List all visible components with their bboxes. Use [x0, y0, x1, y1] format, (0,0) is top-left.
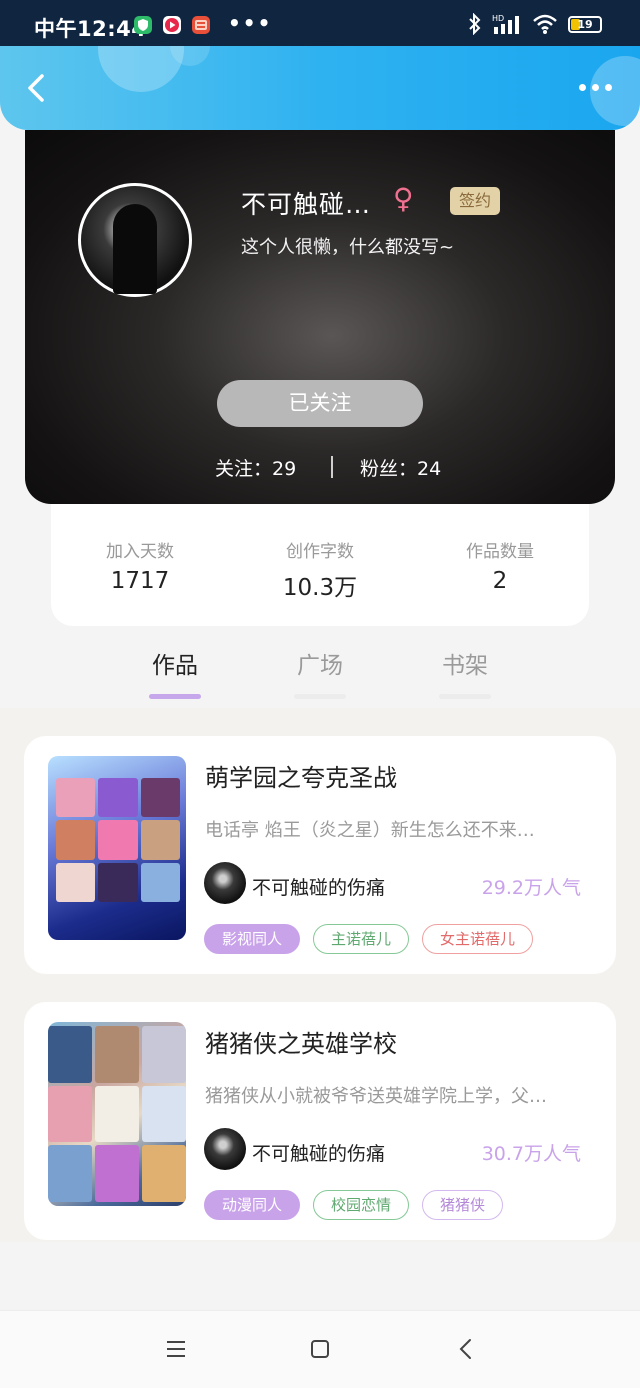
profile-name: 不可触碰…: [241, 190, 372, 219]
author-avatar: [204, 1128, 246, 1170]
stat-works-count: 作品数量 2: [440, 537, 560, 594]
more-button[interactable]: [579, 84, 612, 91]
shield-app-icon: [134, 16, 152, 34]
back-button[interactable]: [20, 68, 54, 108]
work-author: 不可触碰的伤痛: [252, 877, 386, 899]
signed-badge: 签约: [450, 187, 501, 215]
bluetooth-icon: [469, 13, 481, 35]
avatar[interactable]: [78, 183, 192, 297]
stat-join-days: 加入天数 1717: [80, 537, 200, 594]
tag[interactable]: 动漫同人: [204, 1190, 301, 1220]
tab-bar: 作品 广场 书架: [0, 630, 640, 708]
tag[interactable]: 主诺蓓儿: [313, 924, 410, 954]
follow-counts: 关注：29 粉丝：24: [25, 454, 615, 480]
follow-button[interactable]: 已关注: [217, 380, 423, 427]
female-icon: ♀: [393, 182, 414, 215]
hd-signal-icon: HD: [492, 14, 519, 34]
work-description: 猪猪侠从小就被爷爷送英雄学院上学，父…: [205, 1086, 547, 1107]
stat-value: 10.3万: [282, 575, 358, 601]
tab-works[interactable]: 作品: [135, 646, 215, 699]
stat-label: 创作字数: [286, 542, 354, 562]
tab-label: 作品: [152, 653, 198, 679]
work-tags: 影视同人 主诺蓓儿 女主诺蓓儿: [204, 924, 534, 954]
tab-label: 广场: [297, 653, 343, 679]
work-description: 电话亭 焰王（炎之星）新生怎么还不来…: [205, 820, 535, 841]
chevron-left-icon: [28, 74, 44, 102]
system-nav-bar: [0, 1310, 640, 1388]
tag[interactable]: 女主诺蓓儿: [422, 924, 534, 954]
work-card[interactable]: 猪猪侠之英雄学校 猪猪侠从小就被爷爷送英雄学院上学，父… 不可触碰的伤痛 30.…: [24, 1002, 616, 1240]
stat-value: 1717: [110, 568, 170, 594]
work-popularity: 29.2万人气: [481, 877, 581, 899]
work-card[interactable]: 萌学园之夸克圣战 电话亭 焰王（炎之星）新生怎么还不来… 不可触碰的伤痛 29.…: [24, 736, 616, 974]
works-list: 萌学园之夸克圣战 电话亭 焰王（炎之星）新生怎么还不来… 不可触碰的伤痛 29.…: [0, 708, 640, 1242]
divider: [331, 456, 333, 478]
profile-card: 不可触碰… ♀ 签约 这个人很懒，什么都没写~ 已关注 关注：29 粉丝：24: [25, 130, 615, 504]
taobao-app-icon: [192, 16, 210, 34]
more-dots-icon: [579, 84, 586, 91]
battery-icon: 19: [568, 15, 602, 33]
work-author: 不可触碰的伤痛: [252, 1143, 386, 1165]
tag[interactable]: 影视同人: [204, 924, 301, 954]
work-title: 猪猪侠之英雄学校: [205, 1030, 397, 1058]
work-title: 萌学园之夸克圣战: [205, 764, 397, 792]
work-popularity: 30.7万人气: [481, 1143, 581, 1165]
status-bar: 中午12:44 ••• HD 19: [0, 0, 640, 46]
wifi-icon: [533, 14, 557, 34]
work-tags: 动漫同人 校园恋情 猪猪侠: [204, 1190, 504, 1220]
stats-panel: 加入天数 1717 创作字数 10.3万 作品数量 2: [51, 504, 589, 626]
home-square-icon[interactable]: [308, 1337, 332, 1361]
video-app-icon: [163, 16, 181, 34]
tab-label: 书架: [442, 653, 488, 679]
profile-bio: 这个人很懒，什么都没写~: [241, 237, 455, 258]
author-avatar: [204, 862, 246, 904]
status-time: 中午12:44: [34, 17, 147, 41]
stat-label: 加入天数: [106, 542, 174, 562]
battery-level: 19: [577, 17, 593, 31]
followers-count[interactable]: 粉丝：24: [360, 454, 441, 481]
notification-dots: •••: [228, 11, 273, 35]
tag[interactable]: 猪猪侠: [422, 1190, 504, 1220]
stat-label: 作品数量: [466, 542, 534, 562]
stat-word-count: 创作字数 10.3万: [260, 537, 380, 602]
status-right: HD 19: [468, 13, 602, 35]
stat-value: 2: [492, 568, 508, 594]
work-cover[interactable]: [48, 756, 186, 940]
back-triangle-icon[interactable]: [454, 1337, 478, 1361]
svg-text:HD: HD: [492, 14, 504, 23]
work-cover[interactable]: [48, 1022, 186, 1206]
tag[interactable]: 校园恋情: [313, 1190, 410, 1220]
tab-bookshelf[interactable]: 书架: [425, 646, 505, 699]
menu-icon[interactable]: [164, 1337, 188, 1361]
tab-square[interactable]: 广场: [280, 646, 360, 699]
following-count[interactable]: 关注：29: [215, 454, 296, 481]
top-header: [0, 46, 640, 130]
